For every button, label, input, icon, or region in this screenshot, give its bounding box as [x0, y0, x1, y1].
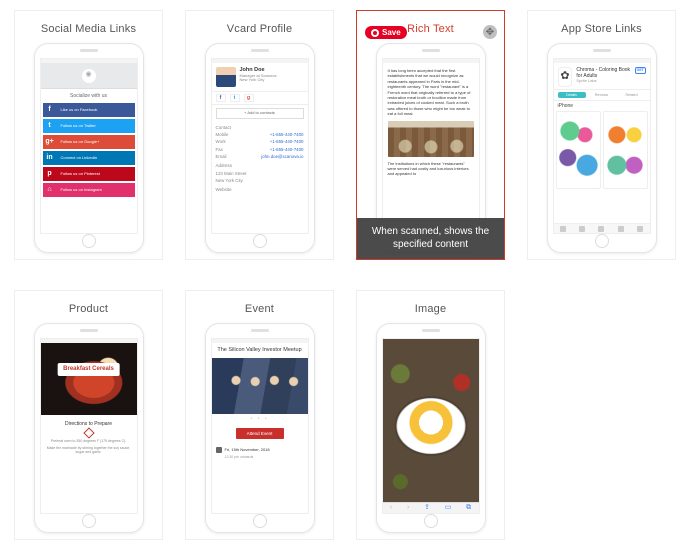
appstore-tabs: Details Reviews Related [554, 90, 650, 101]
phone-screen: John Doe Manager at Scanova New York Cit… [211, 58, 309, 234]
tab-related: Related [618, 92, 646, 98]
card-title: Event [245, 299, 274, 323]
phone-mockup: ◉ Socialize with us fLike us on Facebook… [34, 43, 144, 253]
calendar-icon [216, 447, 222, 453]
social-row-instagram: ⌂Follow us on Instagram [43, 183, 135, 197]
back-icon: ‹ [390, 504, 392, 512]
contact-row: Fax+1-655-440-7400 [212, 146, 308, 153]
card-event[interactable]: Event The Silicon Valley Investor Meetup… [185, 290, 334, 540]
camera-icon: ◉ [82, 69, 96, 83]
phone-screen: The Silicon Valley Investor Meetup • • •… [211, 338, 309, 514]
phone-mockup: John Doe Manager at Scanova New York Cit… [205, 43, 315, 253]
screenshot [603, 111, 648, 189]
section-contact: Contact [212, 122, 308, 131]
get-button: GET [635, 67, 646, 74]
carousel-dots: • • • [212, 414, 308, 424]
safari-toolbar: ‹ › ⇪ ▭ ⧉ [383, 502, 479, 513]
instagram-icon: ⌂ [43, 183, 57, 197]
card-product[interactable]: Product Breakfast Cereals Directions to … [14, 290, 163, 540]
article-image [388, 121, 474, 157]
card-title: Social Media Links [41, 19, 136, 43]
app-icon: ✿ [558, 67, 573, 87]
contact-row: Mobile+1-655-440-7400 [212, 131, 308, 138]
event-name: The Silicon Valley Investor Meetup [212, 343, 308, 358]
pinterest-icon: p [43, 167, 57, 181]
googleplus-icon: g+ [43, 135, 57, 149]
card-caption: When scanned, shows the specified conten… [357, 218, 504, 259]
product-name: Breakfast Cereals [57, 363, 120, 376]
phone-screen: ‹ › ⇪ ▭ ⧉ [382, 338, 480, 514]
section-address: Address [212, 160, 308, 169]
add-to-contacts: + Add to contacts [216, 108, 304, 119]
card-app-store-links[interactable]: App Store Links ✿ Chroma - Coloring Book… [527, 10, 676, 260]
phone-screen: It has long been accepted that the first… [382, 58, 480, 234]
card-rich-text[interactable]: Rich Text Save ✥ It has long been accept… [356, 10, 505, 260]
event-date: Fri, 15th November, 2018 [225, 448, 270, 453]
pinterest-icon [371, 29, 379, 37]
product-step: Preheat oven to 350 degrees F (175 degre… [45, 439, 133, 444]
card-vcard-profile[interactable]: Vcard Profile John Doe Manager at Scanov… [185, 10, 334, 260]
divider-icon [83, 427, 94, 438]
twitter-icon: t [230, 94, 240, 102]
template-grid: Social Media Links ◉ Socialize with us f… [14, 10, 676, 540]
phone-screen: Breakfast Cereals Directions to Prepare … [40, 338, 138, 514]
card-title: App Store Links [561, 19, 642, 43]
contact-city: New York City [240, 78, 277, 83]
card-title: Rich Text [407, 19, 454, 43]
event-time: 12:30 pm onwards [225, 455, 304, 459]
phone-mockup: Breakfast Cereals Directions to Prepare … [34, 323, 144, 533]
cover-placeholder: ◉ [41, 63, 137, 89]
phone-screen: ◉ Socialize with us fLike us on Facebook… [40, 58, 138, 234]
image-content [383, 339, 479, 513]
contact-row: Work+1-655-440-7400 [212, 138, 308, 145]
card-title: Vcard Profile [227, 19, 293, 43]
card-title: Image [415, 299, 447, 323]
phone-mockup: The Silicon Valley Investor Meetup • • •… [205, 323, 315, 533]
avatar [216, 67, 236, 87]
product-image [41, 343, 137, 415]
phone-mockup: ✿ Chroma - Coloring Book for Adults Spri… [547, 43, 657, 253]
facebook-icon: f [216, 94, 226, 102]
card-image[interactable]: Image ‹ › ⇪ ▭ ⧉ [356, 290, 505, 540]
contact-row: Emailjohn.doe@scanova.io [212, 153, 308, 160]
section-website: Website [212, 184, 308, 193]
platform-label: iPhone [554, 101, 650, 111]
bookmarks-icon: ▭ [445, 504, 452, 512]
pinterest-save-button[interactable]: Save [365, 26, 407, 39]
social-heading: Socialize with us [41, 89, 137, 103]
rich-text-paragraph: The institutions in which these "restaur… [388, 161, 474, 177]
attend-button: Attend Event [236, 428, 284, 439]
social-row-facebook: fLike us on Facebook [43, 103, 135, 117]
product-step: Make the marinade by stirring together t… [45, 446, 133, 455]
app-developer: Sprite Labs [576, 79, 630, 84]
event-image [212, 358, 308, 414]
rich-text-paragraph: It has long been accepted that the first… [388, 68, 474, 117]
card-title: Product [69, 299, 108, 323]
phone-mockup: ‹ › ⇪ ▭ ⧉ [376, 323, 486, 533]
card-social-media-links[interactable]: Social Media Links ◉ Socialize with us f… [14, 10, 163, 260]
tab-details: Details [558, 92, 586, 98]
share-icon: ⇪ [424, 504, 430, 512]
googleplus-icon: g [244, 94, 254, 102]
tab-reviews: Reviews [588, 92, 616, 98]
social-row-twitter: tFollow us on Twitter [43, 119, 135, 133]
tab-bar [554, 223, 650, 233]
move-handle-icon[interactable]: ✥ [483, 25, 497, 39]
facebook-icon: f [43, 103, 57, 117]
social-row-linkedin: inConnect on LinkedIn [43, 151, 135, 165]
social-row-pinterest: pFollow us on Pinterest [43, 167, 135, 181]
twitter-icon: t [43, 119, 57, 133]
forward-icon: › [407, 504, 409, 512]
linkedin-icon: in [43, 151, 57, 165]
phone-screen: ✿ Chroma - Coloring Book for Adults Spri… [553, 58, 651, 234]
tabs-icon: ⧉ [466, 504, 471, 512]
screenshot [556, 111, 601, 189]
social-row-googleplus: g+Follow us on Google+ [43, 135, 135, 149]
